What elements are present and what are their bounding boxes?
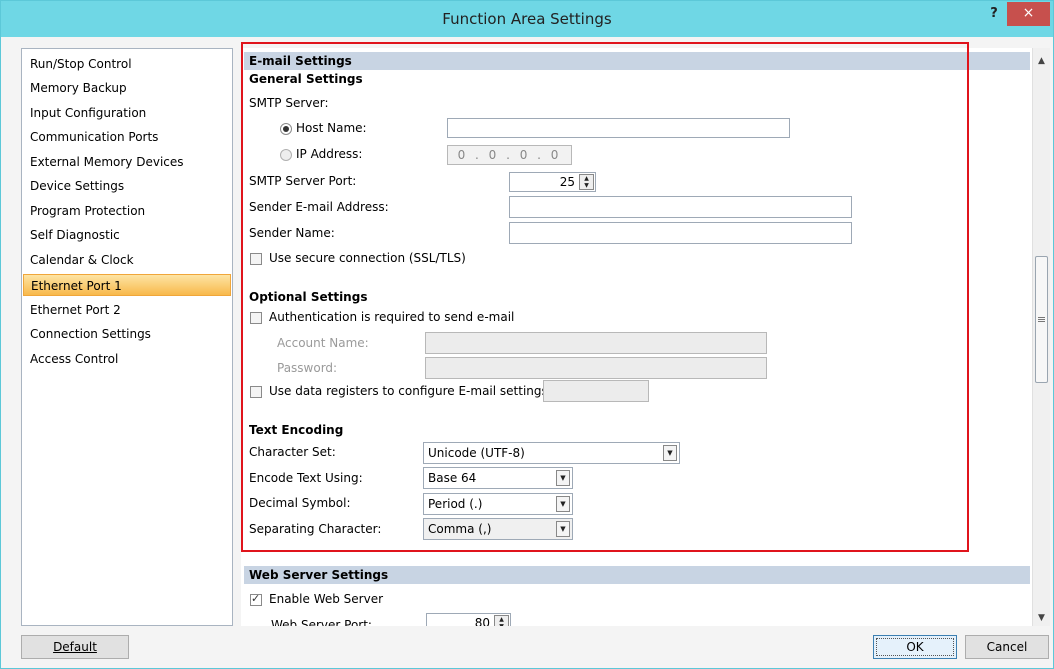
nav-item-input-configuration[interactable]: Input Configuration: [23, 102, 231, 124]
host-name-label: Host Name:: [296, 121, 367, 135]
smtp-port-label: SMTP Server Port:: [249, 174, 357, 188]
sender-email-input[interactable]: [509, 196, 852, 218]
nav-item-device-settings[interactable]: Device Settings: [23, 175, 231, 197]
web-server-port-stepper[interactable]: 80 ▲▼: [426, 613, 511, 626]
default-button-label: Default: [53, 640, 97, 654]
chevron-down-icon[interactable]: ▼: [556, 496, 570, 512]
sender-name-input[interactable]: [509, 222, 852, 244]
general-settings-title: General Settings: [249, 72, 363, 86]
window-title: Function Area Settings: [442, 10, 612, 28]
encode-text-value: Base 64: [428, 471, 477, 485]
decimal-symbol-label: Decimal Symbol:: [249, 496, 351, 510]
nav-item-communication-ports[interactable]: Communication Ports: [23, 126, 231, 148]
help-button[interactable]: ?: [981, 5, 1007, 27]
web-server-port-value: 80: [474, 616, 490, 626]
smtp-server-label: SMTP Server:: [249, 96, 329, 110]
separating-character-value: Comma (,): [428, 522, 492, 536]
chevron-down-icon[interactable]: ▼: [556, 470, 570, 486]
nav-item-ethernet-port-1[interactable]: Ethernet Port 1: [23, 274, 231, 296]
host-name-radio[interactable]: [280, 123, 292, 135]
default-button[interactable]: Default: [21, 635, 129, 659]
chevron-down-icon[interactable]: ▼: [663, 445, 677, 461]
data-registers-input[interactable]: [543, 380, 649, 402]
separating-character-select[interactable]: Comma (,) ▼: [423, 518, 573, 540]
smtp-port-spin-buttons[interactable]: ▲ ▼: [579, 174, 594, 190]
cancel-button[interactable]: Cancel: [965, 635, 1049, 659]
vertical-scrollbar[interactable]: ▲ ▼: [1032, 48, 1050, 626]
settings-panel: E-mail Settings General Settings SMTP Se…: [241, 48, 1032, 626]
character-set-select[interactable]: Unicode (UTF-8) ▼: [423, 442, 680, 464]
nav-item-memory-backup[interactable]: Memory Backup: [23, 77, 231, 99]
smtp-port-stepper[interactable]: 25 ▲ ▼: [509, 172, 596, 192]
nav-item-access-control[interactable]: Access Control: [23, 348, 231, 370]
decimal-symbol-value: Period (.): [428, 497, 483, 511]
decimal-symbol-select[interactable]: Period (.) ▼: [423, 493, 573, 515]
ip-address-label: IP Address:: [296, 147, 363, 161]
title-bar[interactable]: Function Area Settings ? ×: [1, 1, 1053, 37]
authentication-checkbox[interactable]: [250, 312, 262, 324]
nav-item-self-diagnostic[interactable]: Self Diagnostic: [23, 224, 231, 246]
nav-item-connection-settings[interactable]: Connection Settings: [23, 323, 231, 345]
data-registers-checkbox[interactable]: [250, 386, 262, 398]
ip-address-input[interactable]: 0 . 0 . 0 . 0: [447, 145, 572, 165]
function-area-settings-dialog: Function Area Settings ? × Run/Stop Cont…: [0, 0, 1054, 669]
text-encoding-title: Text Encoding: [249, 423, 344, 437]
secure-connection-label: Use secure connection (SSL/TLS): [269, 251, 466, 265]
scroll-up-icon[interactable]: ▲: [1036, 56, 1047, 66]
character-set-label: Character Set:: [249, 445, 336, 459]
sender-email-label: Sender E-mail Address:: [249, 200, 389, 214]
nav-item-ethernet-port-2[interactable]: Ethernet Port 2: [23, 299, 231, 321]
email-settings-header: E-mail Settings: [244, 52, 1030, 70]
sender-name-label: Sender Name:: [249, 226, 335, 240]
password-label: Password:: [277, 361, 338, 375]
scroll-thumb[interactable]: [1035, 256, 1048, 383]
optional-settings-title: Optional Settings: [249, 290, 368, 304]
enable-web-server-label: Enable Web Server: [269, 592, 384, 606]
scroll-down-icon[interactable]: ▼: [1036, 613, 1047, 623]
spin-down-icon[interactable]: ▼: [495, 623, 508, 626]
host-name-input[interactable]: [447, 118, 790, 138]
ip-address-radio[interactable]: [280, 149, 292, 161]
encode-text-select[interactable]: Base 64 ▼: [423, 467, 573, 489]
web-server-port-label: Web Server Port:: [271, 618, 372, 626]
nav-item-calendar-clock[interactable]: Calendar & Clock: [23, 249, 231, 271]
nav-item-run-stop-control[interactable]: Run/Stop Control: [23, 53, 231, 75]
secure-connection-checkbox[interactable]: [250, 253, 262, 265]
close-button[interactable]: ×: [1007, 2, 1050, 26]
nav-item-program-protection[interactable]: Program Protection: [23, 200, 231, 222]
account-name-label: Account Name:: [277, 336, 369, 350]
web-server-settings-header: Web Server Settings: [244, 566, 1030, 584]
smtp-port-value: 25: [559, 175, 575, 189]
grip-icon: [1038, 317, 1045, 318]
separating-character-label: Separating Character:: [249, 522, 382, 536]
ok-button[interactable]: OK: [873, 635, 957, 659]
data-registers-label: Use data registers to configure E-mail s…: [269, 384, 552, 398]
password-input[interactable]: [425, 357, 767, 379]
spin-down-icon[interactable]: ▼: [580, 182, 593, 189]
category-list: Run/Stop Control Memory Backup Input Con…: [21, 48, 233, 626]
enable-web-server-checkbox[interactable]: [250, 592, 262, 606]
spin-up-icon[interactable]: ▲: [495, 616, 508, 623]
ok-button-label: OK: [876, 638, 954, 656]
nav-item-external-memory-devices[interactable]: External Memory Devices: [23, 151, 231, 173]
web-port-spin-buttons[interactable]: ▲▼: [494, 615, 509, 626]
spin-up-icon[interactable]: ▲: [580, 175, 593, 182]
character-set-value: Unicode (UTF-8): [428, 446, 525, 460]
authentication-label: Authentication is required to send e-mai…: [269, 310, 515, 324]
chevron-down-icon[interactable]: ▼: [556, 521, 570, 537]
account-name-input[interactable]: [425, 332, 767, 354]
encode-text-label: Encode Text Using:: [249, 471, 363, 485]
